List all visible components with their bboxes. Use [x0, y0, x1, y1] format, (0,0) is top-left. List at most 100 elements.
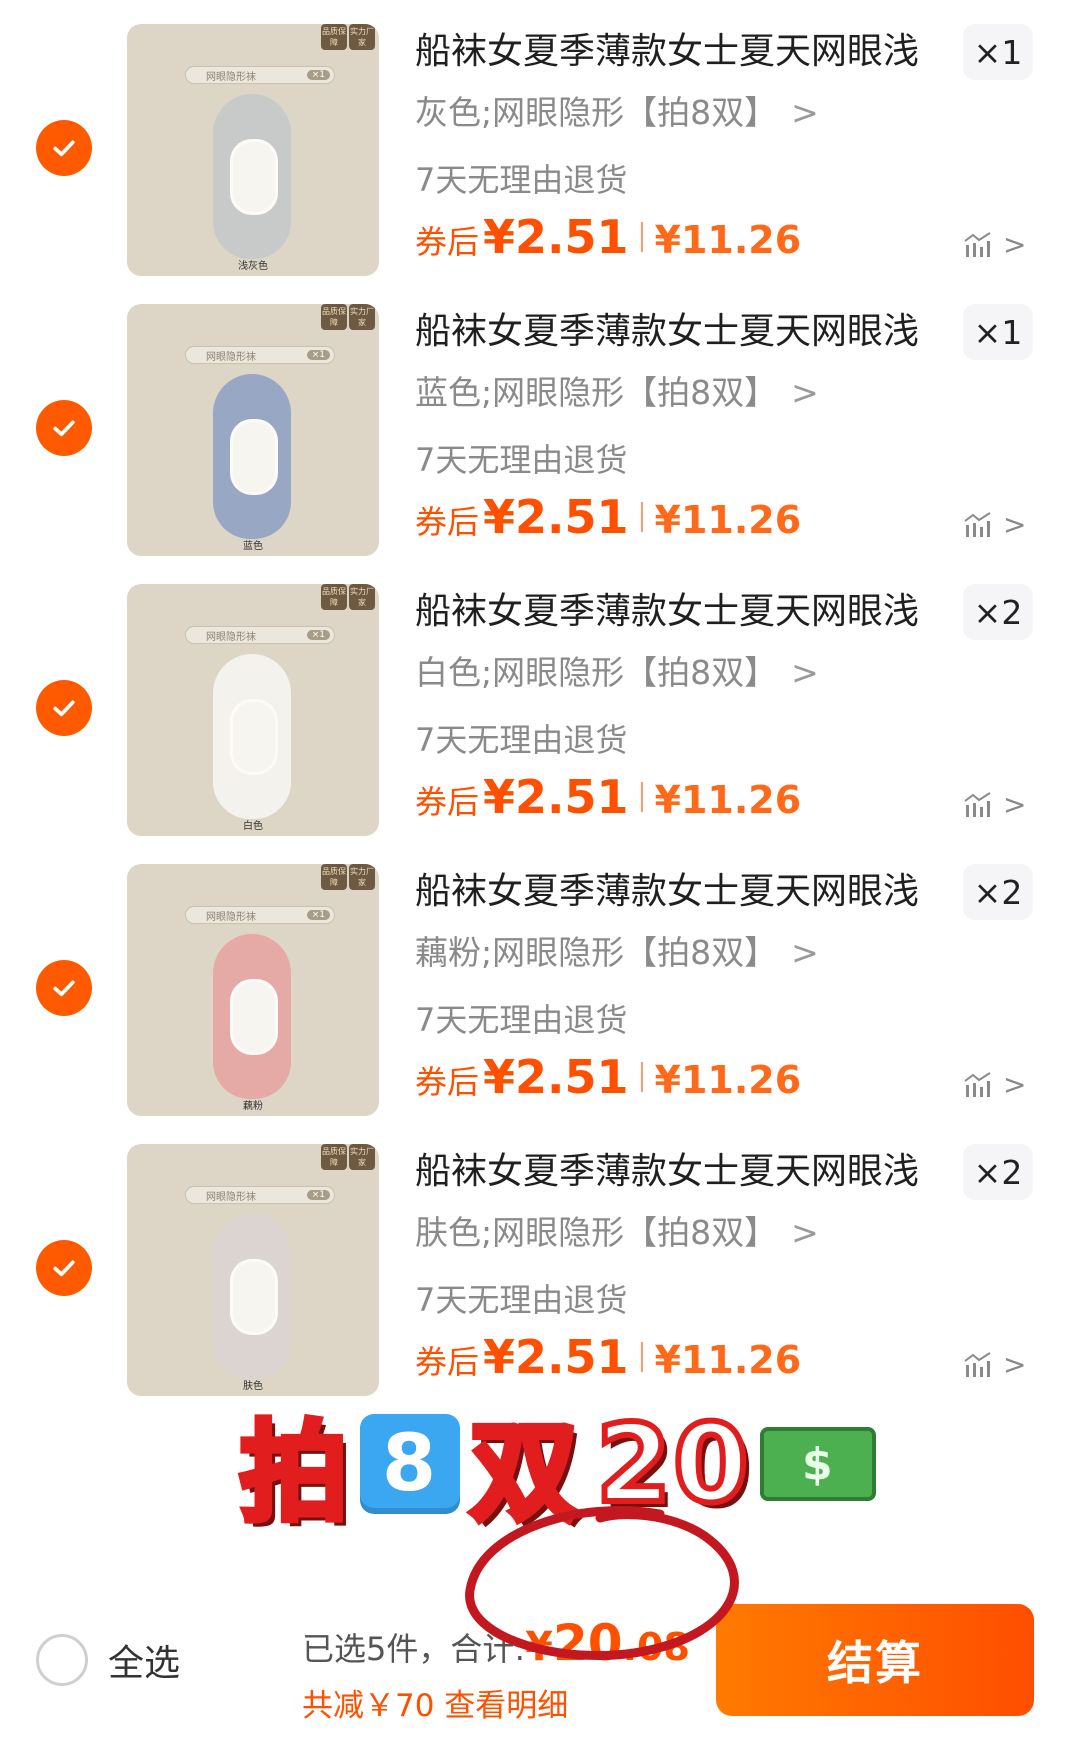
price-trend-link[interactable]: >	[963, 1348, 1026, 1381]
price-trend-link[interactable]: >	[963, 508, 1026, 541]
return-policy: 7天无理由退货	[415, 1001, 628, 1039]
overlay-amount: 20	[593, 1399, 751, 1530]
coupon-price-prefix: 券后	[415, 1343, 480, 1381]
quality-badge: 品质保障	[321, 584, 347, 610]
thumb-tag-text: 网眼隐形袜	[206, 351, 256, 363]
chevron-right-icon: >	[791, 933, 819, 972]
sku-text: 蓝色;网眼隐形【拍8双】	[415, 373, 778, 412]
product-title[interactable]: 船袜女夏季薄款女士夏天网眼浅	[415, 22, 935, 74]
overlay-char-shuang: 双	[467, 1408, 581, 1539]
coupon-price-prefix: 券后	[415, 783, 480, 821]
cart-item[interactable]: 品质保障 实力厂家 网眼隐形袜 ×1 藕粉 船袜女夏季薄款女士夏天网眼浅 藕粉;…	[0, 840, 1080, 1120]
product-thumbnail[interactable]: 品质保障 实力厂家 网眼隐形袜 ×1 白色	[127, 584, 379, 836]
item-checkbox-checked[interactable]	[36, 400, 92, 456]
coupon-price: ¥2.51	[483, 210, 629, 264]
total-price: ¥20.08	[525, 1614, 690, 1672]
order-summary: 已选5件，合计: ¥20.08 共减￥70 查看明细	[302, 1614, 702, 1725]
thumb-tag-qty: ×1	[306, 910, 330, 920]
checkmark-icon	[53, 420, 75, 437]
chevron-right-icon: >	[791, 373, 819, 412]
original-price: ¥11.26	[654, 778, 802, 822]
price-trend-icon	[964, 791, 991, 817]
quality-badge: 品质保障	[321, 24, 347, 50]
factory-badge: 实力厂家	[349, 1144, 375, 1170]
quantity-selector[interactable]: ×1	[963, 24, 1033, 80]
product-title[interactable]: 船袜女夏季薄款女士夏天网眼浅	[415, 1142, 935, 1194]
price-trend-link[interactable]: >	[963, 228, 1026, 261]
cart-item[interactable]: 品质保障 实力厂家 网眼隐形袜 ×1 浅灰色 船袜女夏季薄款女士夏天网眼浅 灰色…	[0, 0, 1080, 280]
item-checkbox-checked[interactable]	[36, 680, 92, 736]
sock-opening	[230, 419, 278, 495]
product-title[interactable]: 船袜女夏季薄款女士夏天网眼浅	[415, 862, 935, 914]
sku-selector[interactable]: 肤色;网眼隐形【拍8双】 >	[415, 1206, 819, 1254]
sku-selector[interactable]: 灰色;网眼隐形【拍8双】 >	[415, 86, 819, 134]
factory-badge: 实力厂家	[349, 584, 375, 610]
return-policy: 7天无理由退货	[415, 721, 628, 759]
sock-opening	[230, 699, 278, 775]
thumb-tag: 网眼隐形袜 ×1	[185, 346, 335, 364]
checkmark-icon	[53, 1260, 75, 1277]
select-all-toggle[interactable]: 全选	[36, 1634, 180, 1686]
sku-selector[interactable]: 白色;网眼隐形【拍8双】 >	[415, 646, 819, 694]
thumb-tag: 网眼隐形袜 ×1	[185, 626, 335, 644]
chevron-right-icon: >	[1003, 228, 1027, 261]
thumb-color-label: 蓝色	[243, 541, 263, 552]
item-checkbox-checked[interactable]	[36, 1240, 92, 1296]
checkmark-icon	[53, 980, 75, 997]
cart-item[interactable]: 品质保障 实力厂家 网眼隐形袜 ×1 蓝色 船袜女夏季薄款女士夏天网眼浅 蓝色;…	[0, 280, 1080, 560]
chevron-right-icon: >	[1003, 788, 1027, 821]
price-row: 券后 ¥2.51 ¥11.26	[415, 210, 801, 264]
chevron-right-icon: >	[791, 1213, 819, 1252]
total-currency: ¥	[525, 1624, 553, 1670]
product-thumbnail[interactable]: 品质保障 实力厂家 网眼隐形袜 ×1 蓝色	[127, 304, 379, 556]
thumb-color-label: 浅灰色	[238, 261, 268, 272]
coupon-price-prefix: 券后	[415, 1063, 480, 1101]
overlay-char-pai: 拍	[237, 1408, 351, 1539]
checkout-button[interactable]: 结算	[716, 1604, 1034, 1716]
coupon-price-prefix: 券后	[415, 223, 480, 261]
chevron-right-icon: >	[1003, 508, 1027, 541]
price-divider	[640, 502, 643, 532]
sock-opening	[230, 139, 278, 215]
price-trend-link[interactable]: >	[963, 1068, 1026, 1101]
sku-text: 灰色;网眼隐形【拍8双】	[415, 93, 778, 132]
thumb-tag-text: 网眼隐形袜	[206, 911, 256, 923]
quantity-selector[interactable]: ×2	[963, 864, 1033, 920]
chevron-right-icon: >	[1003, 1068, 1027, 1101]
item-checkbox-checked[interactable]	[36, 960, 92, 1016]
price-divider	[640, 1342, 643, 1372]
quantity-selector[interactable]: ×2	[963, 584, 1033, 640]
quantity-selector[interactable]: ×1	[963, 304, 1033, 360]
sock-opening	[230, 1259, 278, 1335]
discount-details-link[interactable]: 共减￥70 查看明细	[302, 1680, 702, 1725]
sku-selector[interactable]: 蓝色;网眼隐形【拍8双】 >	[415, 366, 819, 414]
thumb-tag-qty: ×1	[306, 350, 330, 360]
item-checkbox-checked[interactable]	[36, 120, 92, 176]
thumb-color-label: 白色	[243, 821, 263, 832]
quality-badge: 品质保障	[321, 864, 347, 890]
product-thumbnail[interactable]: 品质保障 实力厂家 网眼隐形袜 ×1 肤色	[127, 1144, 379, 1396]
quantity-selector[interactable]: ×2	[963, 1144, 1033, 1200]
price-row: 券后 ¥2.51 ¥11.26	[415, 770, 801, 824]
original-price: ¥11.26	[654, 498, 802, 542]
price-divider	[640, 782, 643, 812]
product-title[interactable]: 船袜女夏季薄款女士夏天网眼浅	[415, 302, 935, 354]
original-price: ¥11.26	[654, 1058, 802, 1102]
return-policy: 7天无理由退货	[415, 1281, 628, 1319]
factory-badge: 实力厂家	[349, 304, 375, 330]
price-divider	[640, 1062, 643, 1092]
product-thumbnail[interactable]: 品质保障 实力厂家 网眼隐形袜 ×1 浅灰色	[127, 24, 379, 276]
sku-selector[interactable]: 藕粉;网眼隐形【拍8双】 >	[415, 926, 819, 974]
return-policy: 7天无理由退货	[415, 441, 628, 479]
product-title[interactable]: 船袜女夏季薄款女士夏天网眼浅	[415, 582, 935, 634]
price-trend-icon	[964, 511, 991, 537]
price-trend-link[interactable]: >	[963, 788, 1026, 821]
price-row: 券后 ¥2.51 ¥11.26	[415, 490, 801, 544]
thumb-tag: 网眼隐形袜 ×1	[185, 906, 335, 924]
checkout-bar: 全选 已选5件，合计: ¥20.08 共减￥70 查看明细 结算	[0, 1594, 1080, 1754]
cart-item[interactable]: 品质保障 实力厂家 网眼隐形袜 ×1 肤色 船袜女夏季薄款女士夏天网眼浅 肤色;…	[0, 1120, 1080, 1400]
product-thumbnail[interactable]: 品质保障 实力厂家 网眼隐形袜 ×1 藕粉	[127, 864, 379, 1116]
unchecked-circle-icon[interactable]	[36, 1634, 88, 1686]
thumb-color-label: 藕粉	[243, 1101, 263, 1112]
cart-item[interactable]: 品质保障 实力厂家 网眼隐形袜 ×1 白色 船袜女夏季薄款女士夏天网眼浅 白色;…	[0, 560, 1080, 840]
